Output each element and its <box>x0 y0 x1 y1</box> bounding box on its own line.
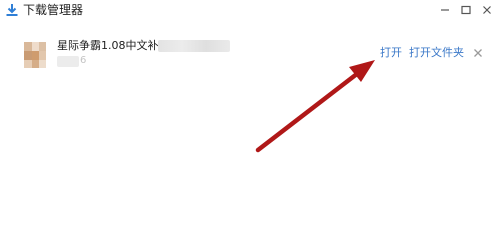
open-file-link[interactable]: 打开 <box>380 46 402 60</box>
minimize-icon[interactable] <box>437 2 453 18</box>
window-title: 下载管理器 <box>23 3 84 17</box>
file-size-redacted <box>57 56 79 67</box>
file-name-redacted <box>158 40 230 52</box>
close-icon[interactable] <box>479 2 495 18</box>
remove-item-icon[interactable] <box>472 47 484 59</box>
download-list-item: 星际争霸1.08中文补丁_2 6 打开 打开文件夹 <box>0 34 500 74</box>
download-manager-window: 下载管理器 星际争霸1.08中文补丁_2 6 打开 打开文件夹 <box>0 0 500 242</box>
download-icon <box>6 4 18 16</box>
maximize-icon[interactable] <box>458 2 474 18</box>
file-icon <box>24 42 46 68</box>
open-folder-link[interactable]: 打开文件夹 <box>409 46 464 60</box>
file-size-text: 6 <box>80 55 87 66</box>
title-bar: 下载管理器 <box>0 0 500 22</box>
